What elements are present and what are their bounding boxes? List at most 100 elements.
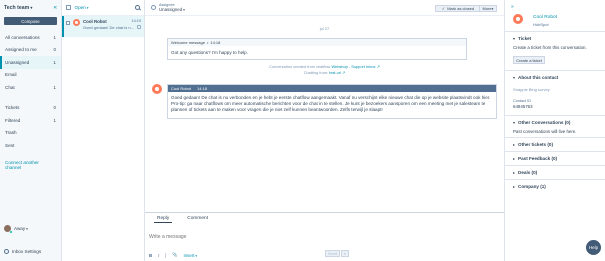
contact-property-value: Snapple Bing survey: [513, 87, 550, 92]
conversation-item[interactable]: Cool Robot Goed gedaan! De chat is nu ve…: [62, 16, 144, 37]
contact-name-link[interactable]: Cool Robot: [533, 15, 557, 20]
sidebar-item-label: Sent: [5, 142, 15, 148]
chat-channel-icon: [137, 25, 141, 29]
status-dot-icon: [9, 230, 12, 233]
sidebar-item-sent[interactable]: Sent: [0, 139, 61, 152]
attach-icon[interactable]: 📎: [172, 252, 177, 258]
ticket-section-toggle[interactable]: ▾ Ticket: [505, 32, 605, 45]
tab-comment[interactable]: Comment: [187, 213, 208, 223]
company-section: ▸ Company (1): [505, 179, 605, 193]
conversation-text: Cool Robot Goed gedaan! De chat is nu ve…: [83, 19, 135, 37]
section-title: Deals (0): [518, 170, 538, 175]
deals-toggle[interactable]: ▸ Deals (0): [505, 166, 605, 179]
send-options-chevron-icon[interactable]: ▾: [341, 250, 349, 257]
contact-sidebar: » Cool Robot HubSpot ▾ Ticket Create a t…: [504, 0, 605, 261]
sidebar-item-label: Filtered: [5, 117, 21, 123]
mark-as-closed-button[interactable]: ✓ Mark as closed: [435, 5, 481, 12]
inbox-sidebar: Tech team « Compose All conversations 1 …: [0, 0, 62, 261]
mark-as-closed-label: Mark as closed: [447, 6, 475, 11]
contact-header: » Cool Robot HubSpot: [505, 0, 605, 31]
sidebar-item-filtered[interactable]: Filtered 1: [0, 114, 61, 127]
section-title: Company (1): [518, 184, 546, 189]
chevron-down-icon: ▾: [513, 120, 516, 125]
sidebar-item-email[interactable]: Email: [0, 69, 61, 82]
source-url-link[interactable]: test.url: [329, 70, 341, 75]
availability-dropdown[interactable]: Away: [14, 226, 28, 231]
message-input[interactable]: [149, 234, 449, 240]
hubspot-logo-icon: [152, 84, 162, 94]
thread-header: Assignee Unassigned ✓ Mark as closed Mor…: [145, 0, 504, 16]
ticket-section: ▾ Ticket Create a ticket from this conve…: [505, 31, 605, 64]
status-filter-dropdown[interactable]: Open: [75, 5, 89, 10]
tab-reply[interactable]: Reply: [153, 213, 173, 223]
conversation-list: Open Cool Robot Goed gedaan! De chat is …: [62, 0, 145, 261]
deals-section: ▸ Deals (0): [505, 165, 605, 179]
inbox-settings-link[interactable]: Inbox Settings: [4, 249, 41, 254]
chevron-right-icon: ▸: [513, 184, 516, 189]
gear-icon: [4, 249, 9, 254]
sidebar-item-all-conversations[interactable]: All conversations 1: [0, 31, 61, 44]
chatflow-link[interactable]: Webshop - Support Inbox: [331, 64, 375, 69]
composer-toolbar: B I 📎 Insert: [149, 251, 499, 259]
conversation-preview: Goed gedaan! De chat is nu verbonden: [83, 25, 135, 30]
assignee-selector[interactable]: Assignee Unassigned: [159, 3, 185, 12]
dot-separator: •: [206, 40, 209, 45]
contact-company: HubSpot: [533, 22, 549, 27]
other-tickets-toggle[interactable]: ▸ Other tickets (0): [505, 138, 605, 151]
welcome-message-text: Got any questions? I'm happy to help.: [171, 50, 248, 55]
assignee-dropdown[interactable]: Unassigned: [159, 7, 185, 12]
avatar: [4, 225, 12, 233]
section-title: Past Feedback (0): [518, 156, 558, 161]
sidebar-item-count: 0: [53, 105, 56, 111]
user-status[interactable]: Away: [4, 225, 28, 233]
bot-message: Cool Robot 14:18 Goed gedaan! De chat is…: [167, 84, 497, 119]
section-title: Other Conversations (0): [518, 120, 571, 125]
select-all-checkbox[interactable]: [66, 5, 71, 10]
collapse-sidebar-icon[interactable]: «: [54, 5, 57, 11]
connect-channel-link[interactable]: Connect another channel: [0, 160, 61, 170]
compose-button[interactable]: Compose: [4, 17, 57, 25]
section-title: Ticket: [518, 36, 532, 41]
chevron-right-icon: ▸: [513, 142, 516, 147]
composer-tabs: Reply Comment: [145, 213, 504, 223]
help-button[interactable]: Help: [586, 240, 601, 255]
sidebar-item-tickets[interactable]: Tickets 0: [0, 102, 61, 115]
sidebar-item-count: 0: [53, 47, 56, 53]
expand-panel-icon[interactable]: »: [511, 4, 514, 10]
message-area: jul 27 Welcome message • 14:18 Got any q…: [145, 16, 504, 212]
date-separator: jul 27: [319, 26, 330, 31]
sidebar-item-label: Email: [5, 72, 17, 78]
sidebar-item-trash[interactable]: Trash: [0, 127, 61, 140]
chevron-right-icon: ▸: [513, 156, 516, 161]
other-tickets-section: ▸ Other tickets (0): [505, 137, 605, 151]
welcome-message-time: 14:18: [210, 40, 221, 45]
about-contact-section: ▾ About this contact Snapple Bing survey…: [505, 70, 605, 115]
sidebar-item-count: 1: [53, 34, 56, 40]
conversation-checkbox[interactable]: [66, 21, 70, 25]
sidebar-item-chat[interactable]: Chat 1: [0, 81, 61, 94]
other-conversations-empty: Past conversations will live here.: [513, 129, 577, 134]
bot-message-sender: Cool Robot: [171, 86, 192, 91]
sidebar-item-label: Tickets: [5, 105, 20, 111]
sidebar-item-count: 1: [53, 117, 56, 123]
more-button[interactable]: More: [479, 5, 497, 12]
external-link-icon: ↗: [376, 64, 380, 69]
other-conversations-toggle[interactable]: ▾ Other Conversations (0): [505, 116, 605, 129]
about-contact-toggle[interactable]: ▾ About this contact: [505, 71, 605, 84]
hubspot-logo-icon: [513, 14, 523, 24]
other-conversations-section: ▾ Other Conversations (0) Past conversat…: [505, 115, 605, 137]
send-button[interactable]: Send: [325, 250, 340, 257]
italic-icon[interactable]: I: [158, 253, 159, 258]
past-feedback-toggle[interactable]: ▸ Past Feedback (0): [505, 152, 605, 165]
team-selector[interactable]: Tech team: [4, 5, 32, 11]
conversation-list-header: Open: [62, 0, 144, 16]
search-icon[interactable]: [135, 5, 140, 10]
create-ticket-button[interactable]: Create a ticket: [513, 56, 545, 64]
sidebar-item-unassigned[interactable]: Unassigned 1: [0, 56, 61, 69]
bold-icon[interactable]: B: [149, 253, 152, 258]
conversation-name: Cool Robot: [83, 19, 107, 24]
company-toggle[interactable]: ▸ Company (1): [505, 180, 605, 193]
sidebar-item-assigned-to-me[interactable]: Assigned to me 0: [0, 44, 61, 57]
insert-dropdown[interactable]: Insert: [183, 253, 197, 258]
